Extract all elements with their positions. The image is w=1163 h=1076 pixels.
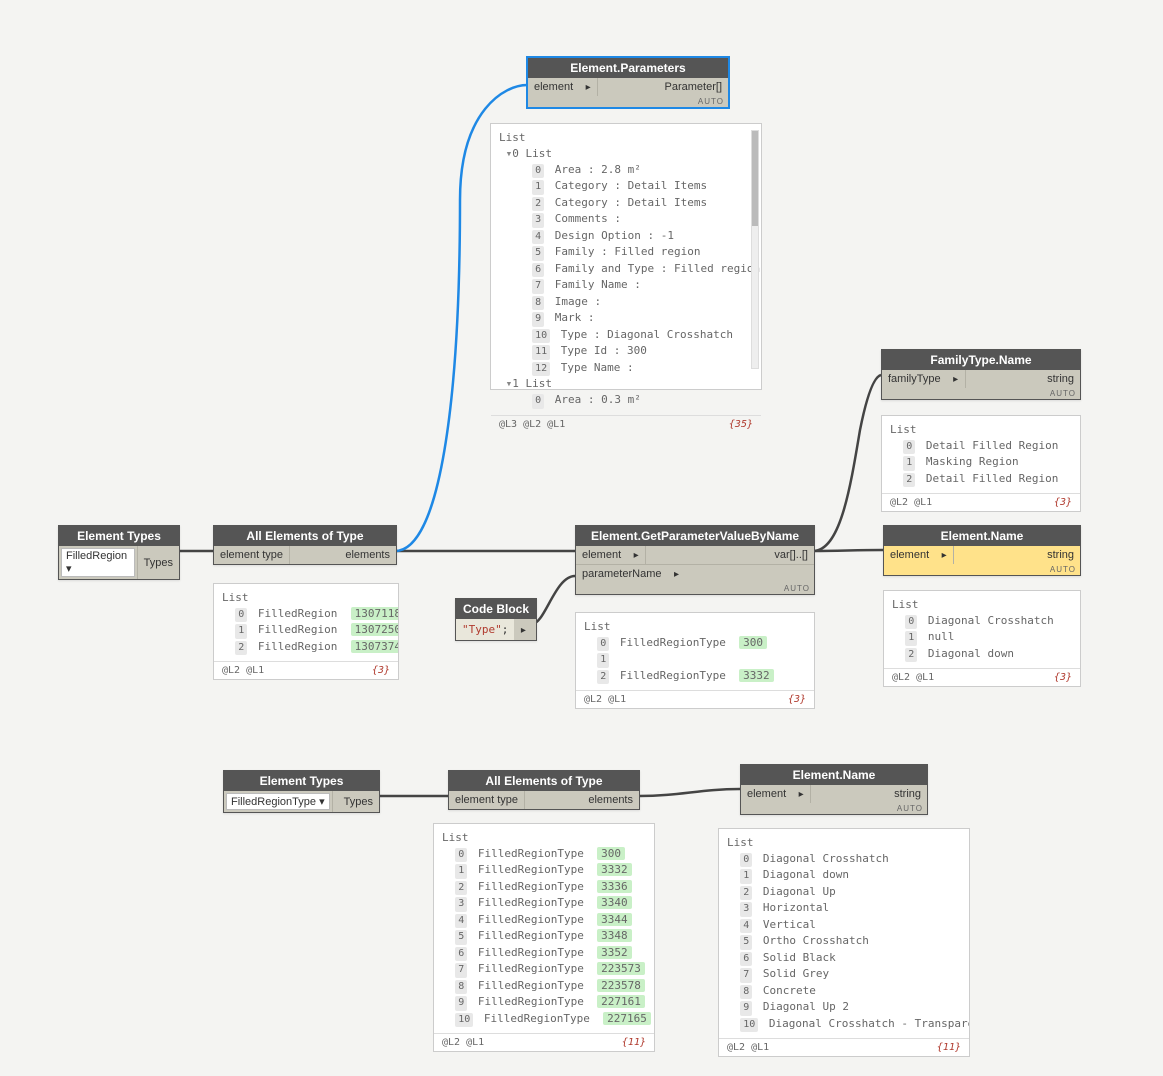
node-title: FamilyType.Name xyxy=(882,350,1080,370)
port-in-element-type[interactable]: element type xyxy=(449,791,524,809)
port-in-element-type[interactable]: element type xyxy=(214,546,289,564)
lacing-auto: AUTO xyxy=(882,388,1080,399)
type-select[interactable]: FilledRegionType ▾ xyxy=(226,793,330,810)
panel-levels: @L2 @L1 xyxy=(222,665,264,676)
chevron-right-icon xyxy=(667,568,685,580)
node-code-block[interactable]: Code Block "Type"; xyxy=(455,598,537,641)
port-out-parameters[interactable]: Parameter[] xyxy=(659,78,728,96)
panel-levels: @L2 @L1 xyxy=(890,497,932,508)
node-title: Element.Name xyxy=(741,765,927,785)
panel-levels: @L3 @L2 @L1 xyxy=(499,419,565,430)
node-title: Element Types xyxy=(224,771,379,791)
port-out-types[interactable]: Types xyxy=(138,554,179,572)
panel-levels: @L2 @L1 xyxy=(727,1042,769,1053)
node-title: All Elements of Type xyxy=(214,526,396,546)
dropdown-icon: ▾ xyxy=(66,563,72,575)
chevron-right-icon xyxy=(514,624,532,636)
node-all-elements-of-type-2[interactable]: All Elements of Type element type elemen… xyxy=(448,770,640,810)
type-select[interactable]: FilledRegion ▾ xyxy=(61,548,135,577)
node-element-name-1[interactable]: Element.Name element string AUTO xyxy=(883,525,1081,576)
preview-get-parameter-value: List 0 FilledRegionType 300 1 2 FilledRe… xyxy=(575,612,815,709)
code-text[interactable]: "Type"; xyxy=(456,619,514,640)
node-element-types-2[interactable]: Element Types FilledRegionType ▾ Types xyxy=(223,770,380,813)
panel-count: {3} xyxy=(1054,672,1072,683)
port-out-types[interactable]: Types xyxy=(338,793,379,811)
node-title: Element.Name xyxy=(884,526,1080,546)
port-out-var[interactable]: var[]..[] xyxy=(768,546,814,564)
preview-element-name-1: List 0 Diagonal Crosshatch 1 null 2 Diag… xyxy=(883,590,1081,687)
scrollbar[interactable] xyxy=(751,130,759,369)
preview-element-parameters: List ▾0 List 0 Area : 2.8 m² 1 Category … xyxy=(490,123,762,390)
chevron-right-icon xyxy=(947,373,965,385)
panel-count: {35} xyxy=(729,419,753,430)
dropdown-icon: ▾ xyxy=(319,796,325,808)
port-out-string[interactable]: string xyxy=(1041,546,1080,564)
panel-levels: @L2 @L1 xyxy=(442,1037,484,1048)
lacing-auto: AUTO xyxy=(528,96,728,107)
chevron-right-icon xyxy=(579,81,597,93)
lacing-auto: AUTO xyxy=(576,583,814,594)
chevron-right-icon xyxy=(627,549,645,561)
preview-all-elements-2: List 0 FilledRegionType 300 1 FilledRegi… xyxy=(433,823,655,1052)
node-title: Element Types xyxy=(59,526,179,546)
lacing-auto: AUTO xyxy=(884,564,1080,575)
port-out-string[interactable]: string xyxy=(888,785,927,803)
node-title: Element.GetParameterValueByName xyxy=(576,526,814,546)
node-element-types-1[interactable]: Element Types FilledRegion ▾ Types xyxy=(58,525,180,580)
panel-count: {3} xyxy=(788,694,806,705)
panel-count: {3} xyxy=(1054,497,1072,508)
port-in-familytype[interactable]: familyType xyxy=(882,370,947,388)
port-in-element[interactable]: element xyxy=(741,785,792,803)
port-out-elements[interactable]: elements xyxy=(339,546,396,564)
node-all-elements-of-type-1[interactable]: All Elements of Type element type elemen… xyxy=(213,525,397,565)
node-element-name-2[interactable]: Element.Name element string AUTO xyxy=(740,764,928,815)
panel-levels: @L2 @L1 xyxy=(584,694,626,705)
port-out-elements[interactable]: elements xyxy=(582,791,639,809)
panel-count: {11} xyxy=(937,1042,961,1053)
panel-count: {3} xyxy=(372,665,390,676)
chevron-right-icon xyxy=(792,788,810,800)
panel-levels: @L2 @L1 xyxy=(892,672,934,683)
port-out-string[interactable]: string xyxy=(1041,370,1080,388)
node-title: Element.Parameters xyxy=(528,58,728,78)
preview-familytype-name: List 0 Detail Filled Region 1 Masking Re… xyxy=(881,415,1081,512)
preview-all-elements-1: List 0 FilledRegion 1307118 1 FilledRegi… xyxy=(213,583,399,680)
lacing-auto: AUTO xyxy=(741,803,927,814)
node-get-parameter-value[interactable]: Element.GetParameterValueByName element … xyxy=(575,525,815,595)
port-in-element[interactable]: element xyxy=(528,78,579,96)
panel-count: {11} xyxy=(622,1037,646,1048)
node-familytype-name[interactable]: FamilyType.Name familyType string AUTO xyxy=(881,349,1081,400)
chevron-right-icon xyxy=(935,549,953,561)
port-in-element[interactable]: element xyxy=(576,546,627,564)
node-title: Code Block xyxy=(456,599,536,619)
node-element-parameters[interactable]: Element.Parameters element Parameter[] A… xyxy=(527,57,729,108)
preview-element-name-2: List 0 Diagonal Crosshatch 1 Diagonal do… xyxy=(718,828,970,1057)
port-in-element[interactable]: element xyxy=(884,546,935,564)
port-in-parameter-name[interactable]: parameterName xyxy=(576,565,667,583)
node-title: All Elements of Type xyxy=(449,771,639,791)
